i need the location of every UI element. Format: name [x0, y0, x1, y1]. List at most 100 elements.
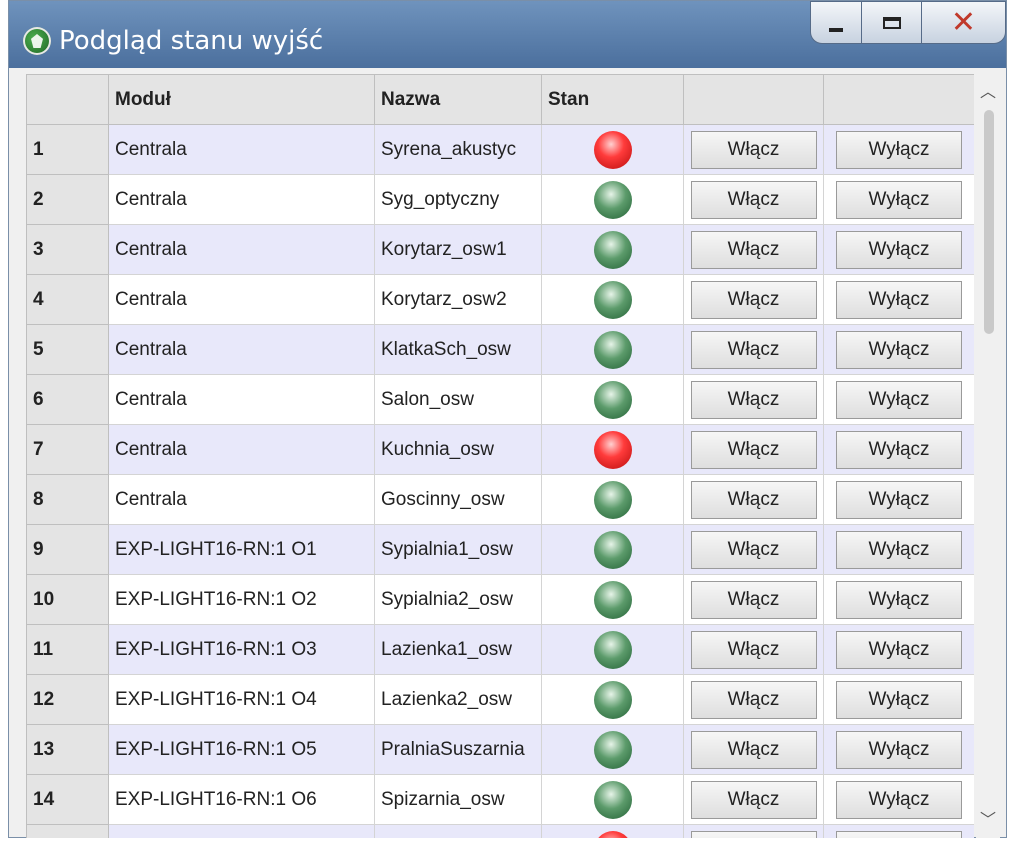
chevron-down-icon[interactable]: ﹀ — [978, 808, 998, 832]
header-state[interactable]: Stan — [541, 74, 684, 125]
table-row[interactable]: Włącz Wyłącz — [26, 824, 974, 838]
table-row[interactable]: 11 EXP-LIGHT16-RN:1 O3 Lazienka1_osw Włącz W… — [26, 624, 974, 675]
state-off-led-icon — [593, 480, 632, 519]
table-row[interactable]: 2 Centrala Syg_optyczny Włącz Wyłącz — [26, 174, 974, 225]
turn-on-button[interactable]: Włącz — [690, 480, 817, 519]
state-off-led-icon — [593, 680, 632, 719]
turn-off-button[interactable]: Wyłącz — [836, 530, 962, 569]
output-name-cell: Salon_osw — [374, 374, 542, 425]
maximize-button[interactable] — [862, 1, 922, 44]
table-row[interactable]: 4 Centrala Korytarz_osw2 Włącz Wyłącz — [26, 274, 974, 325]
header-module[interactable]: Moduł — [108, 74, 375, 125]
turn-off-button[interactable]: Wyłącz — [836, 380, 962, 419]
state-off-led-icon — [593, 630, 632, 669]
on-cell: Włącz — [683, 274, 824, 325]
output-name-cell: Goscinny_osw — [374, 474, 542, 525]
window-title: Podgląd stanu wyjść — [59, 26, 324, 56]
app-logo-icon — [23, 27, 51, 55]
turn-on-button[interactable]: Włącz — [690, 830, 817, 838]
turn-off-button[interactable]: Wyłącz — [836, 580, 962, 619]
state-cell — [541, 174, 684, 225]
output-name-cell: Sypialnia2_osw — [374, 574, 542, 625]
table-row[interactable]: 6 Centrala Salon_osw Włącz Wyłącz — [26, 374, 974, 425]
turn-on-button[interactable]: Włącz — [690, 580, 817, 619]
row-number: 12 — [26, 674, 109, 725]
turn-off-button[interactable]: Wyłącz — [836, 430, 962, 469]
module-cell: EXP-LIGHT16-RN:1 O4 — [108, 674, 375, 725]
off-cell: Wyłącz — [823, 674, 974, 725]
table-row[interactable]: 9 EXP-LIGHT16-RN:1 O1 Sypialnia1_osw Włącz W… — [26, 524, 974, 575]
output-name-cell — [374, 824, 542, 838]
close-icon: ✕ — [950, 4, 977, 40]
turn-on-button[interactable]: Włącz — [690, 280, 817, 319]
row-number: 7 — [26, 424, 109, 475]
on-cell: Włącz — [683, 474, 824, 525]
turn-on-button[interactable]: Włącz — [690, 680, 817, 719]
state-cell — [541, 124, 684, 175]
table-row[interactable]: 1 Centrala Syrena_akustyc Włącz Wyłącz — [26, 124, 974, 175]
module-cell: Centrala — [108, 124, 375, 175]
module-cell: Centrala — [108, 424, 375, 475]
header-off — [823, 74, 974, 125]
table-row[interactable]: 10 EXP-LIGHT16-RN:1 O2 Sypialnia2_osw Włącz… — [26, 574, 974, 625]
header-row: Moduł Nazwa Stan — [26, 74, 974, 125]
off-cell: Wyłącz — [823, 224, 974, 275]
header-name[interactable]: Nazwa — [374, 74, 542, 125]
turn-on-button[interactable]: Włącz — [690, 530, 817, 569]
row-number: 11 — [26, 624, 109, 675]
table-row[interactable]: 3 Centrala Korytarz_osw1 Włącz Wyłącz — [26, 224, 974, 275]
turn-off-button[interactable]: Wyłącz — [836, 480, 962, 519]
turn-off-button[interactable]: Wyłącz — [836, 280, 962, 319]
turn-on-button[interactable]: Włącz — [690, 780, 817, 819]
state-cell — [541, 224, 684, 275]
turn-off-button[interactable]: Wyłącz — [836, 680, 962, 719]
scrollbar-thumb[interactable] — [984, 110, 994, 334]
turn-off-button[interactable]: Wyłącz — [836, 630, 962, 669]
module-cell: EXP-LIGHT16-RN:1 O5 — [108, 724, 375, 775]
table-row[interactable]: 13 EXP-LIGHT16-RN:1 O5 PralniaSuszarnia Włą… — [26, 724, 974, 775]
turn-off-button[interactable]: Wyłącz — [836, 130, 962, 169]
table-row[interactable]: 14 EXP-LIGHT16-RN:1 O6 Spizarnia_osw Włącz W… — [26, 774, 974, 825]
turn-on-button[interactable]: Włącz — [690, 330, 817, 369]
off-cell: Wyłącz — [823, 174, 974, 225]
header-corner — [26, 74, 109, 125]
turn-on-button[interactable]: Włącz — [690, 430, 817, 469]
on-cell: Włącz — [683, 524, 824, 575]
turn-on-button[interactable]: Włącz — [690, 230, 817, 269]
chevron-up-icon[interactable]: ︿ — [978, 80, 998, 104]
module-cell: EXP-LIGHT16-RN:1 O6 — [108, 774, 375, 825]
title-bar[interactable]: Podgląd stanu wyjść ✕ — [9, 1, 1006, 68]
row-number: 8 — [26, 474, 109, 525]
table-row[interactable]: 7 Centrala Kuchnia_osw Włącz Wyłącz — [26, 424, 974, 475]
turn-off-button[interactable]: Wyłącz — [836, 730, 962, 769]
output-name-cell: KlatkaSch_osw — [374, 324, 542, 375]
turn-off-button[interactable]: Wyłącz — [836, 180, 962, 219]
state-cell — [541, 474, 684, 525]
turn-off-button[interactable]: Wyłącz — [836, 830, 962, 838]
row-number: 9 — [26, 524, 109, 575]
table-row[interactable]: 12 EXP-LIGHT16-RN:1 O4 Lazienka2_osw Włącz W… — [26, 674, 974, 725]
state-off-led-icon — [593, 330, 632, 369]
turn-on-button[interactable]: Włącz — [690, 730, 817, 769]
off-cell: Wyłącz — [823, 824, 974, 838]
turn-off-button[interactable]: Wyłącz — [836, 230, 962, 269]
module-cell: EXP-LIGHT16-RN:1 O2 — [108, 574, 375, 625]
off-cell: Wyłącz — [823, 424, 974, 475]
turn-off-button[interactable]: Wyłącz — [836, 330, 962, 369]
turn-off-button[interactable]: Wyłącz — [836, 780, 962, 819]
state-off-led-icon — [593, 530, 632, 569]
turn-on-button[interactable]: Włącz — [690, 630, 817, 669]
table-row[interactable]: 5 Centrala KlatkaSch_osw Włącz Wyłącz — [26, 324, 974, 375]
state-off-led-icon — [593, 780, 632, 819]
minimize-button[interactable] — [810, 1, 862, 44]
close-button[interactable]: ✕ — [922, 1, 1006, 44]
state-off-led-icon — [593, 730, 632, 769]
vertical-scrollbar[interactable]: ︿ ﹀ — [976, 74, 1000, 838]
turn-on-button[interactable]: Włącz — [690, 380, 817, 419]
table-row[interactable]: 8 Centrala Goscinny_osw Włącz Wyłącz — [26, 474, 974, 525]
header-on — [683, 74, 824, 125]
turn-on-button[interactable]: Włącz — [690, 130, 817, 169]
turn-on-button[interactable]: Włącz — [690, 180, 817, 219]
off-cell: Wyłącz — [823, 274, 974, 325]
row-number: 4 — [26, 274, 109, 325]
